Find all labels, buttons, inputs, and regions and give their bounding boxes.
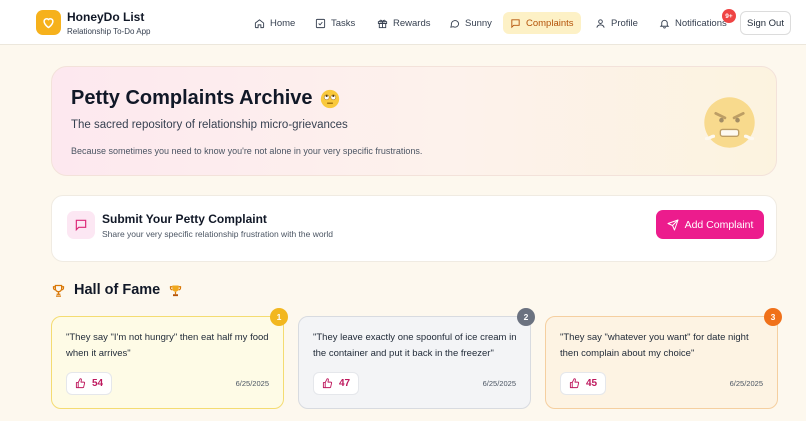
upvote-button[interactable]: 47 <box>313 372 360 395</box>
complaint-card[interactable]: 3 "They say "whatever you want" for date… <box>545 308 782 409</box>
vote-count: 47 <box>339 378 351 389</box>
nav-sunny[interactable]: Sunny <box>442 12 499 34</box>
page-title-text: Petty Complaints Archive <box>71 87 313 109</box>
complaint-date: 6/25/2025 <box>235 379 269 388</box>
chat-bubble-icon <box>450 19 460 28</box>
page-title: Petty Complaints Archive <box>71 87 340 110</box>
vote-count: 45 <box>586 378 598 389</box>
upvote-button[interactable]: 45 <box>560 372 607 395</box>
rank-badge: 1 <box>270 308 288 326</box>
add-complaint-button[interactable]: Add Complaint <box>656 210 764 239</box>
nav-complaints-label: Complaints <box>526 17 574 29</box>
nav-home-label: Home <box>270 17 296 29</box>
top-navbar: HoneyDo List Relationship To-Do App Home… <box>0 0 806 45</box>
complaint-card[interactable]: 1 "They say "I'm not hungry" then eat ha… <box>51 308 288 409</box>
sign-out-button[interactable]: Sign Out <box>740 11 791 35</box>
complaint-text: "They say "I'm not hungry" then eat half… <box>66 332 269 359</box>
complaint-card[interactable]: 2 "They leave exactly one spoonful of ic… <box>298 308 535 409</box>
add-complaint-label: Add Complaint <box>684 218 754 231</box>
message-square-icon <box>67 211 95 239</box>
complaint-date: 6/25/2025 <box>729 379 763 388</box>
thumbs-up-icon <box>569 378 580 389</box>
gift-icon <box>377 19 388 28</box>
home-icon <box>254 18 265 28</box>
nav-rewards[interactable]: Rewards <box>370 12 438 34</box>
eye-roll-face-icon <box>320 89 339 108</box>
hall-of-fame-title: Hall of Fame <box>74 282 161 298</box>
rank-badge: 3 <box>764 308 782 326</box>
complaint-date: 6/25/2025 <box>482 379 516 388</box>
nav-profile-label: Profile <box>611 17 638 29</box>
page-note: Because sometimes you need to know you'r… <box>71 146 423 156</box>
nav-home[interactable]: Home <box>247 12 302 34</box>
vote-count: 54 <box>92 378 104 389</box>
complaint-text: "They say "whatever you want" for date n… <box>560 332 749 359</box>
nav-notifications-label: Notifications <box>675 17 727 29</box>
notification-count-badge: 9+ <box>722 9 736 23</box>
nav-profile[interactable]: Profile <box>588 12 645 34</box>
message-square-icon <box>511 18 520 28</box>
heart-logo-icon[interactable] <box>36 10 61 35</box>
thumbs-up-icon <box>322 378 333 389</box>
nav-tasks[interactable]: Tasks <box>308 12 362 34</box>
app-name[interactable]: HoneyDo List <box>67 10 144 24</box>
trophy-icon <box>170 285 182 296</box>
nav-rewards-label: Rewards <box>393 17 431 29</box>
complaint-text: "They leave exactly one spoonful of ice … <box>313 332 517 359</box>
upvote-button[interactable]: 54 <box>66 372 113 395</box>
trophy-icon <box>52 284 65 297</box>
checkbox-icon <box>315 18 326 28</box>
nav-tasks-label: Tasks <box>331 17 356 29</box>
angry-face-icon <box>704 97 755 148</box>
submit-complaint-card: Submit Your Petty Complaint Share your v… <box>51 195 777 262</box>
app-tagline: Relationship To-Do App <box>67 27 151 36</box>
bell-icon <box>659 19 670 29</box>
send-icon <box>667 219 679 230</box>
user-icon <box>596 18 605 28</box>
submit-title: Submit Your Petty Complaint <box>102 212 267 226</box>
nav-sunny-label: Sunny <box>465 17 492 29</box>
thumbs-up-icon <box>75 378 86 389</box>
nav-complaints[interactable]: Complaints <box>503 12 581 34</box>
page-subtitle: The sacred repository of relationship mi… <box>71 119 348 131</box>
rank-badge: 2 <box>517 308 535 326</box>
hero-banner: Petty Complaints Archive The sacred repo… <box>51 66 777 176</box>
submit-subtitle: Share your very specific relationship fr… <box>102 229 334 239</box>
hall-of-fame-heading: Hall of Fame <box>51 282 183 298</box>
